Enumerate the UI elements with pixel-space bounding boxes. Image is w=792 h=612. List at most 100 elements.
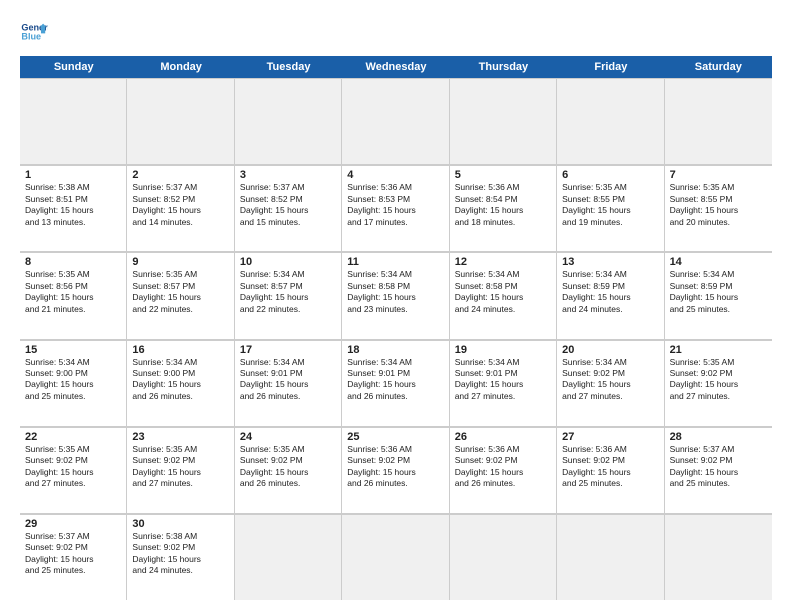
cell-info-line: Sunset: 9:01 PM [347,368,443,379]
cell-info-line: Sunset: 8:55 PM [562,194,658,205]
cell-info-line: Sunrise: 5:36 AM [347,444,443,455]
cell-info-line: and 26 minutes. [347,478,443,489]
cell-info-line: Sunset: 9:02 PM [132,542,228,553]
cell-info-line: Sunset: 9:02 PM [25,455,121,466]
day-number: 25 [347,431,443,443]
day-cell-20: 20Sunrise: 5:34 AMSunset: 9:02 PMDayligh… [557,340,664,426]
calendar-row-4: 22Sunrise: 5:35 AMSunset: 9:02 PMDayligh… [20,427,772,514]
cell-info-line: and 27 minutes. [562,391,658,402]
cell-info-line: Sunrise: 5:35 AM [670,182,767,193]
day-cell-30: 30Sunrise: 5:38 AMSunset: 9:02 PMDayligh… [127,514,234,600]
cell-info-line: Daylight: 15 hours [132,554,228,565]
day-number: 11 [347,256,443,268]
day-cell-9: 9Sunrise: 5:35 AMSunset: 8:57 PMDaylight… [127,252,234,338]
cell-info-line: Sunrise: 5:36 AM [347,182,443,193]
cell-info-line: Sunset: 8:59 PM [562,281,658,292]
day-cell-22: 22Sunrise: 5:35 AMSunset: 9:02 PMDayligh… [20,427,127,513]
cell-info-line: Sunrise: 5:34 AM [562,269,658,280]
header-day-sunday: Sunday [20,56,127,78]
cell-info-line: Sunrise: 5:37 AM [670,444,767,455]
cell-info-line: Sunrise: 5:35 AM [670,357,767,368]
day-cell-24: 24Sunrise: 5:35 AMSunset: 9:02 PMDayligh… [235,427,342,513]
cell-info-line: Daylight: 15 hours [240,205,336,216]
cell-info-line: Sunset: 8:57 PM [240,281,336,292]
empty-cell-0-4 [450,78,557,164]
cell-info-line: and 25 minutes. [670,478,767,489]
cell-info-line: and 18 minutes. [455,217,551,228]
cell-info-line: Daylight: 15 hours [455,292,551,303]
cell-info-line: Daylight: 15 hours [455,467,551,478]
day-cell-4: 4Sunrise: 5:36 AMSunset: 8:53 PMDaylight… [342,165,449,251]
cell-info-line: Daylight: 15 hours [240,467,336,478]
cell-info-line: Sunset: 8:55 PM [670,194,767,205]
day-number: 24 [240,431,336,443]
day-cell-13: 13Sunrise: 5:34 AMSunset: 8:59 PMDayligh… [557,252,664,338]
day-number: 19 [455,344,551,356]
day-cell-17: 17Sunrise: 5:34 AMSunset: 9:01 PMDayligh… [235,340,342,426]
day-number: 12 [455,256,551,268]
day-number: 13 [562,256,658,268]
cell-info-line: and 17 minutes. [347,217,443,228]
day-cell-23: 23Sunrise: 5:35 AMSunset: 9:02 PMDayligh… [127,427,234,513]
day-cell-8: 8Sunrise: 5:35 AMSunset: 8:56 PMDaylight… [20,252,127,338]
cell-info-line: and 26 minutes. [347,391,443,402]
day-number: 28 [670,431,767,443]
cell-info-line: Sunset: 9:02 PM [132,455,228,466]
day-number: 18 [347,344,443,356]
day-cell-14: 14Sunrise: 5:34 AMSunset: 8:59 PMDayligh… [665,252,772,338]
cell-info-line: Sunset: 9:01 PM [240,368,336,379]
cell-info-line: and 27 minutes. [670,391,767,402]
cell-info-line: Daylight: 15 hours [562,205,658,216]
day-number: 22 [25,431,121,443]
day-number: 23 [132,431,228,443]
day-number: 20 [562,344,658,356]
cell-info-line: Sunset: 8:57 PM [132,281,228,292]
cell-info-line: Sunrise: 5:34 AM [455,269,551,280]
day-number: 2 [132,169,228,181]
cell-info-line: Sunrise: 5:34 AM [25,357,121,368]
cell-info-line: and 27 minutes. [25,478,121,489]
day-number: 16 [132,344,228,356]
cell-info-line: and 25 minutes. [670,304,767,315]
day-number: 15 [25,344,121,356]
cell-info-line: and 25 minutes. [25,391,121,402]
cell-info-line: Sunrise: 5:34 AM [240,357,336,368]
cell-info-line: Sunrise: 5:35 AM [25,269,121,280]
cell-info-line: Daylight: 15 hours [132,379,228,390]
cell-info-line: Sunset: 8:58 PM [347,281,443,292]
cell-info-line: Daylight: 15 hours [670,379,767,390]
day-cell-19: 19Sunrise: 5:34 AMSunset: 9:01 PMDayligh… [450,340,557,426]
header-day-tuesday: Tuesday [235,56,342,78]
cell-info-line: Daylight: 15 hours [25,292,121,303]
cell-info-line: Daylight: 15 hours [670,205,767,216]
cell-info-line: and 13 minutes. [25,217,121,228]
calendar-body: 1Sunrise: 5:38 AMSunset: 8:51 PMDaylight… [20,78,772,600]
cell-info-line: and 26 minutes. [240,478,336,489]
cell-info-line: and 15 minutes. [240,217,336,228]
cell-info-line: and 22 minutes. [240,304,336,315]
empty-cell-5-6 [665,514,772,600]
cell-info-line: Sunrise: 5:34 AM [347,357,443,368]
day-number: 30 [132,518,228,530]
day-cell-1: 1Sunrise: 5:38 AMSunset: 8:51 PMDaylight… [20,165,127,251]
cell-info-line: Sunrise: 5:35 AM [132,444,228,455]
cell-info-line: Sunrise: 5:34 AM [347,269,443,280]
empty-cell-5-2 [235,514,342,600]
calendar-header: SundayMondayTuesdayWednesdayThursdayFrid… [20,56,772,78]
cell-info-line: and 22 minutes. [132,304,228,315]
cell-info-line: Sunset: 9:02 PM [670,455,767,466]
day-cell-25: 25Sunrise: 5:36 AMSunset: 9:02 PMDayligh… [342,427,449,513]
cell-info-line: Daylight: 15 hours [670,467,767,478]
cell-info-line: Sunset: 8:54 PM [455,194,551,205]
day-cell-28: 28Sunrise: 5:37 AMSunset: 9:02 PMDayligh… [665,427,772,513]
cell-info-line: and 27 minutes. [132,478,228,489]
cell-info-line: Sunrise: 5:38 AM [25,182,121,193]
cell-info-line: Sunset: 9:02 PM [562,368,658,379]
cell-info-line: Sunset: 9:02 PM [455,455,551,466]
calendar-row-0 [20,78,772,165]
calendar-page: General Blue SundayMondayTuesdayWednesda… [0,0,792,612]
calendar-row-2: 8Sunrise: 5:35 AMSunset: 8:56 PMDaylight… [20,252,772,339]
cell-info-line: Sunset: 9:01 PM [455,368,551,379]
cell-info-line: Sunrise: 5:35 AM [240,444,336,455]
cell-info-line: Sunrise: 5:37 AM [25,531,121,542]
